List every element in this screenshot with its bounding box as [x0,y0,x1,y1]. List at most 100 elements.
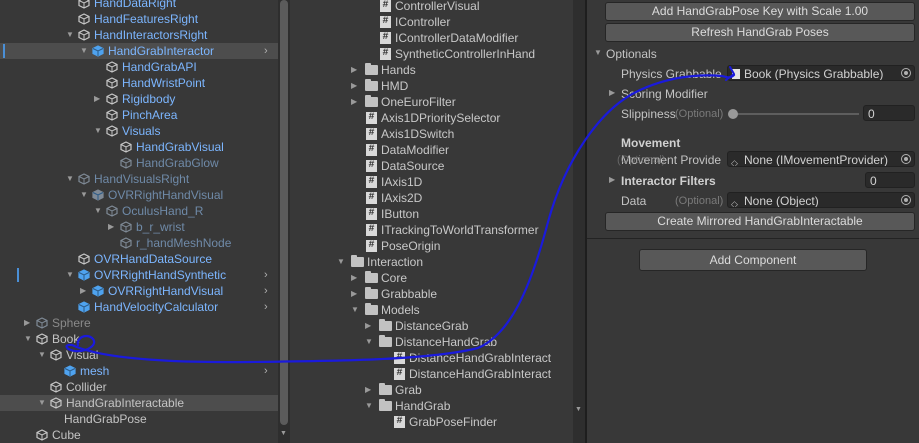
expanded-arrow-icon[interactable]: ▼ [38,347,46,363]
hierarchy-row[interactable]: OVRHandDataSource [0,251,278,267]
open-prefab-arrow-icon[interactable]: › [264,267,268,283]
expanded-arrow-icon[interactable]: ▼ [337,254,345,270]
hierarchy-row[interactable]: HandGrabAPI [0,59,278,75]
slippiness-slider-track[interactable] [733,113,859,115]
open-prefab-arrow-icon[interactable]: › [264,299,268,315]
data-field[interactable]: ◇ None (Object) [727,192,915,208]
hierarchy-row[interactable]: r_handMeshNode [0,235,278,251]
interactor-filters-count-field[interactable]: 0 [865,172,915,188]
expanded-arrow-icon[interactable]: ▼ [365,398,373,414]
collapsed-arrow-icon[interactable]: ▶ [365,382,371,398]
hierarchy-row[interactable]: HandFeaturesRight [0,11,278,27]
expanded-arrow-icon[interactable]: ▼ [80,43,88,59]
project-row[interactable]: ▼ Models [291,302,573,318]
collapsed-arrow-icon[interactable]: ▶ [351,94,357,110]
project-row[interactable]: # IButton [291,206,573,222]
interactor-filters-foldout-icon[interactable]: ▶ [609,175,615,184]
project-row[interactable]: # SyntheticControllerInHand [291,46,573,62]
hierarchy-row[interactable]: PinchArea [0,107,278,123]
expanded-arrow-icon[interactable]: ▼ [94,123,102,139]
expanded-arrow-icon[interactable]: ▼ [38,395,46,411]
hierarchy-row[interactable]: ▼ HandVisualsRight [0,171,278,187]
collapsed-arrow-icon[interactable]: ▶ [351,62,357,78]
scoring-modifier-label[interactable]: Scoring Modifier [621,86,708,102]
project-row[interactable]: ▶ OneEuroFilter [291,94,573,110]
hierarchy-row[interactable]: ▼ OVRRightHandSynthetic › [0,267,278,283]
hierarchy-row[interactable]: ▶ Sphere [0,315,278,331]
project-row[interactable]: # DistanceHandGrabInteract [291,366,573,382]
hierarchy-row[interactable]: Collider [0,379,278,395]
collapsed-arrow-icon[interactable]: ▶ [24,315,30,331]
expanded-arrow-icon[interactable]: ▼ [66,267,74,283]
expanded-arrow-icon[interactable]: ▼ [66,171,74,187]
create-mirrored-button[interactable]: Create Mirrored HandGrabInteractable [605,212,915,231]
collapsed-arrow-icon[interactable]: ▶ [351,286,357,302]
hierarchy-row[interactable]: ▼ HandGrabInteractable [0,395,278,411]
collapsed-arrow-icon[interactable]: ▶ [80,283,86,299]
scroll-down-arrow-icon[interactable]: ▼ [575,406,582,413]
project-scrollbar[interactable]: ▼ [573,0,585,443]
expanded-arrow-icon[interactable]: ▼ [351,302,359,318]
hierarchy-row[interactable]: ▶ b_r_wrist [0,219,278,235]
scoring-modifier-foldout-icon[interactable]: ▶ [609,88,615,97]
hierarchy-row[interactable]: ▼ Book [0,331,278,347]
project-row[interactable]: # IAxis1D [291,174,573,190]
hierarchy-row[interactable]: HandGrabGlow [0,155,278,171]
project-row[interactable]: ▶ DistanceGrab [291,318,573,334]
project-row[interactable]: # IController [291,14,573,30]
hierarchy-row[interactable]: ▼ OculusHand_R [0,203,278,219]
expanded-arrow-icon[interactable]: ▼ [24,331,32,347]
project-row[interactable]: # GrabPoseFinder [291,414,573,430]
project-row[interactable]: # PoseOrigin [291,238,573,254]
project-row[interactable]: # ITrackingToWorldTransformer [291,222,573,238]
interactor-filters-label[interactable]: Interactor Filters [621,173,716,189]
hierarchy-row[interactable]: mesh › [0,363,278,379]
open-prefab-arrow-icon[interactable]: › [264,43,268,59]
collapsed-arrow-icon[interactable]: ▶ [108,219,114,235]
hierarchy-row[interactable]: HandGrabPose [0,411,278,427]
slippiness-slider-thumb[interactable] [728,109,738,119]
collapsed-arrow-icon[interactable]: ▶ [351,78,357,94]
hierarchy-row[interactable]: HandVelocityCalculator › [0,299,278,315]
expanded-arrow-icon[interactable]: ▼ [66,27,74,43]
hierarchy-row[interactable]: ▶ Rigidbody [0,91,278,107]
project-row[interactable]: ▼ HandGrab [291,398,573,414]
project-row[interactable]: # DistanceHandGrabInteract [291,350,573,366]
hierarchy-scroll-thumb[interactable] [280,0,288,425]
project-row[interactable]: ▼ Interaction [291,254,573,270]
hierarchy-row[interactable]: Cube [0,427,278,443]
object-picker-icon[interactable] [901,195,911,205]
expanded-arrow-icon[interactable]: ▼ [94,203,102,219]
optionals-header[interactable]: Optionals [606,46,657,62]
project-row[interactable]: # DataModifier [291,142,573,158]
physics-grabbable-field[interactable]: Book (Physics Grabbable) [727,65,915,81]
object-picker-icon[interactable] [901,68,911,78]
project-row[interactable]: # IAxis2D [291,190,573,206]
collapsed-arrow-icon[interactable]: ▶ [351,270,357,286]
refresh-handgrab-poses-button[interactable]: Refresh HandGrab Poses [605,23,915,42]
project-row[interactable]: # IControllerDataModifier [291,30,573,46]
project-row[interactable]: ▶ HMD [291,78,573,94]
slippiness-value-field[interactable]: 0 [863,105,915,121]
hierarchy-row[interactable]: HandGrabVisual [0,139,278,155]
hierarchy-row[interactable]: ▼ OVRRightHandVisual [0,187,278,203]
expanded-arrow-icon[interactable]: ▼ [365,334,373,350]
optionals-foldout-icon[interactable]: ▼ [594,48,602,57]
collapsed-arrow-icon[interactable]: ▶ [94,91,100,107]
hierarchy-row[interactable]: ▼ HandInteractorsRight [0,27,278,43]
hierarchy-row[interactable]: ▼ Visuals [0,123,278,139]
scroll-down-arrow-icon[interactable]: ▼ [280,430,287,437]
open-prefab-arrow-icon[interactable]: › [264,363,268,379]
open-prefab-arrow-icon[interactable]: › [264,283,268,299]
hierarchy-row[interactable]: ▶ OVRRightHandVisual › [0,283,278,299]
expanded-arrow-icon[interactable]: ▼ [80,187,88,203]
project-row[interactable]: # ControllerVisual [291,0,573,14]
hierarchy-row[interactable]: HandDataRight [0,0,278,11]
add-handgrabpose-key-button[interactable]: Add HandGrabPose Key with Scale 1.00 [605,2,915,21]
project-row[interactable]: # Axis1DSwitch [291,126,573,142]
project-row[interactable]: ▶ Hands [291,62,573,78]
project-row[interactable]: # DataSource [291,158,573,174]
hierarchy-row[interactable]: ▼ HandGrabInteractor › [0,43,278,59]
project-row[interactable]: ▶ Core [291,270,573,286]
add-component-button[interactable]: Add Component [639,249,867,271]
